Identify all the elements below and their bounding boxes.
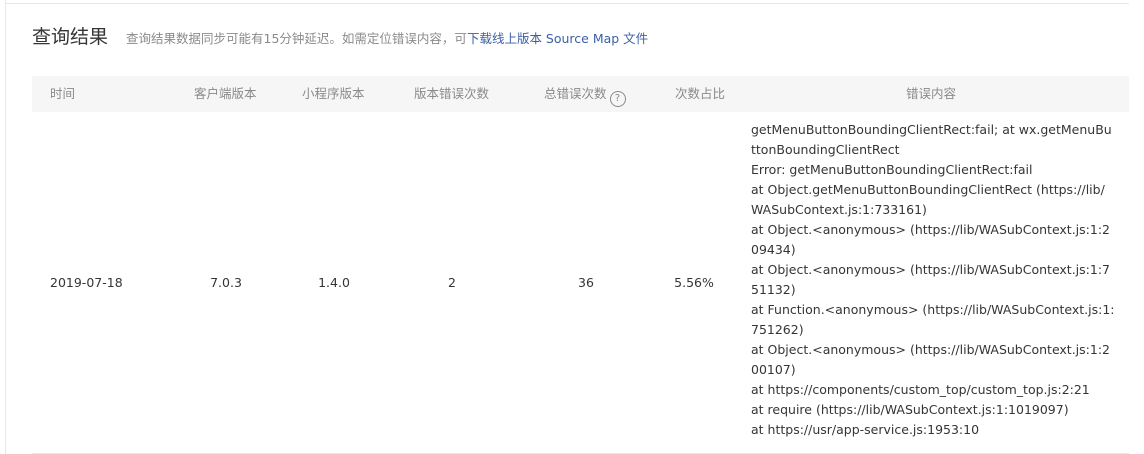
table-header: 时间 客户端版本 小程序版本 版本错误次数 总错误次数? 次数占比 错误内容 bbox=[32, 76, 1129, 112]
error-line: at require (https://lib/WASubContext.js:… bbox=[751, 402, 1069, 417]
col-header-total-errors-label: 总错误次数 bbox=[544, 86, 607, 101]
error-line: at Object.<anonymous> (https://lib/WASub… bbox=[751, 342, 1110, 377]
error-line: at https://components/custom_top/custom_… bbox=[751, 382, 1090, 397]
results-table: 时间 客户端版本 小程序版本 版本错误次数 总错误次数? 次数占比 错误内容 2… bbox=[32, 76, 1129, 454]
sync-delay-note: 查询结果数据同步可能有15分钟延迟。如需定位错误内容，可 bbox=[126, 31, 467, 46]
help-icon[interactable]: ? bbox=[609, 91, 626, 107]
error-line: at Object.getMenuButtonBoundingClientRec… bbox=[751, 182, 1105, 217]
col-header-ratio: 次数占比 bbox=[675, 86, 726, 101]
cell-version-errors: 2 bbox=[448, 275, 456, 290]
top-divider bbox=[5, 3, 1129, 4]
col-header-version-errors: 版本错误次数 bbox=[414, 86, 490, 101]
error-line: Error: getMenuButtonBoundingClientRect:f… bbox=[751, 162, 1033, 177]
col-header-error-content: 错误内容 bbox=[906, 86, 957, 101]
error-line: at Object.<anonymous> (https://lib/WASub… bbox=[751, 262, 1110, 297]
cell-miniprogram-version: 1.4.0 bbox=[318, 275, 350, 290]
error-line: getMenuButtonBoundingClientRect:fail; at… bbox=[751, 122, 1112, 157]
left-divider bbox=[5, 0, 6, 454]
col-header-client-version: 客户端版本 bbox=[194, 86, 257, 101]
error-line: at Object.<anonymous> (https://lib/WASub… bbox=[751, 222, 1110, 257]
download-sourcemap-link[interactable]: 下载线上版本 Source Map 文件 bbox=[467, 28, 648, 47]
cell-time: 2019-07-18 bbox=[50, 275, 123, 290]
table-row: 2019-07-18 7.0.3 1.4.0 2 36 5.56% getMen… bbox=[32, 112, 1129, 454]
result-header: 查询结果 查询结果数据同步可能有15分钟延迟。如需定位错误内容，可 下载线上版本… bbox=[32, 22, 648, 48]
col-header-time: 时间 bbox=[50, 86, 76, 101]
page-title: 查询结果 bbox=[32, 26, 109, 48]
cell-total-errors: 36 bbox=[578, 275, 594, 290]
col-header-miniprogram-version: 小程序版本 bbox=[302, 86, 365, 101]
cell-ratio: 5.56% bbox=[674, 275, 714, 290]
col-header-total-errors: 总错误次数? bbox=[544, 76, 626, 112]
cell-error-content: getMenuButtonBoundingClientRect:fail; at… bbox=[751, 120, 1115, 440]
error-line: at https://usr/app-service.js:1953:10 bbox=[751, 422, 980, 437]
cell-client-version: 7.0.3 bbox=[210, 275, 242, 290]
error-line: at Function.<anonymous> (https://lib/WAS… bbox=[751, 302, 1115, 337]
